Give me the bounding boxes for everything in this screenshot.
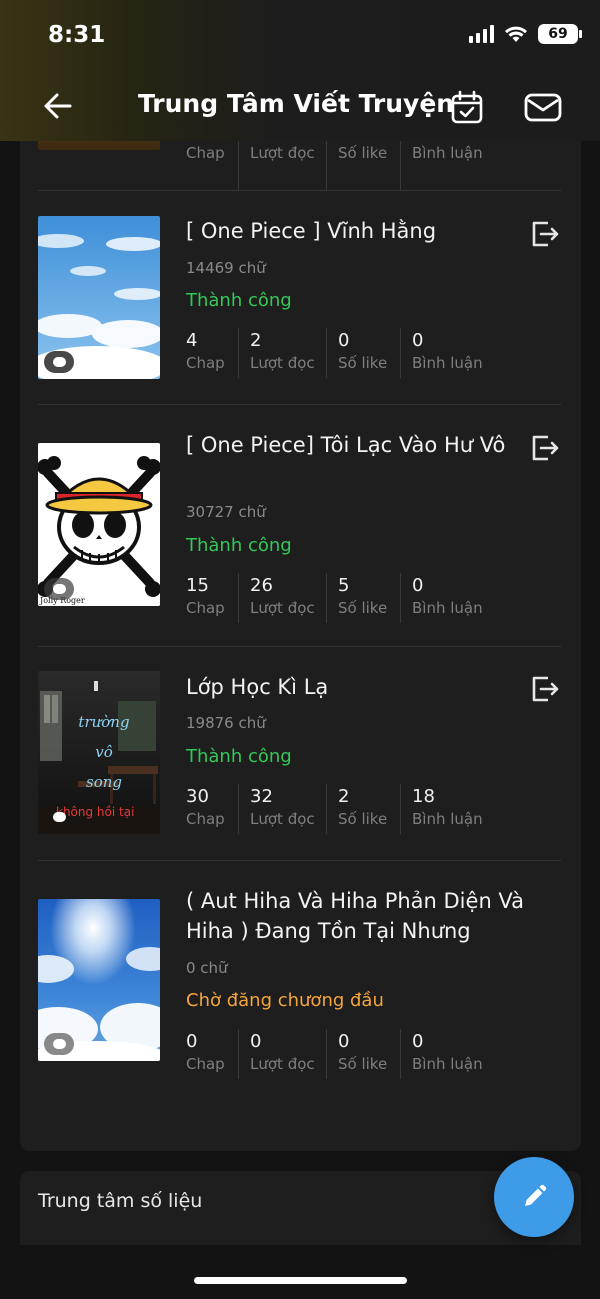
section-title: Trung tâm số liệu xyxy=(38,1190,203,1212)
story-stats: Chap Lượt đọc Số like Bình luận xyxy=(186,140,502,190)
comment-bubble-icon xyxy=(44,1033,74,1055)
signal-icon xyxy=(469,25,494,43)
cover-text-line: vô xyxy=(95,743,113,761)
cover-text-line: song xyxy=(86,773,122,791)
story-stats: 15 Chap 26 Lượt đọc 5 Số like 0 Bình luận xyxy=(186,573,502,623)
story-title: [ One Piece ] Vĩnh Hằng xyxy=(186,219,437,243)
divider xyxy=(38,404,561,405)
story-title: [ One Piece] Tôi Lạc Vào Hư Vô xyxy=(186,433,506,457)
app-header: 8:31 69 Trung Tâm Viết Truyện xyxy=(0,0,600,141)
mail-icon[interactable] xyxy=(523,89,563,125)
divider xyxy=(38,190,561,191)
write-story-button[interactable] xyxy=(494,1157,574,1237)
home-indicator xyxy=(194,1277,407,1284)
back-arrow-icon[interactable] xyxy=(40,88,76,124)
story-stats: 0 Chap 0 Lượt đọc 0 Số like 0 Bình luận xyxy=(186,1029,502,1079)
comment-bubble-icon xyxy=(44,578,74,600)
story-status: Thành công xyxy=(186,290,292,311)
word-count: 30727 chữ xyxy=(186,503,266,521)
calendar-check-icon[interactable] xyxy=(449,89,485,125)
story-title: ( Aut Hiha Và Hiha Phản Diện Và Hiha ) Đ… xyxy=(186,889,525,943)
story-title: Lớp Học Kì Lạ xyxy=(186,675,329,699)
word-count: 14469 chữ xyxy=(186,259,266,277)
story-stats: 4 Chap 2 Lượt đọc 0 Số like 0 Bình luận xyxy=(186,328,502,378)
page-title: Trung Tâm Viết Truyện xyxy=(138,89,455,118)
word-count: 0 chữ xyxy=(186,959,228,977)
comment-bubble-icon xyxy=(44,806,74,828)
story-status: Thành công xyxy=(186,535,292,556)
exit-icon[interactable] xyxy=(528,432,560,464)
status-time: 8:31 xyxy=(48,22,106,48)
story-stats: 30 Chap 32 Lượt đọc 2 Số like 18 Bình luận xyxy=(186,784,502,834)
story-list-card: Chap Lượt đọc Số like Bình luận [ One Pi… xyxy=(20,100,581,1151)
story-cover: Jolly Roger xyxy=(38,443,160,606)
story-cover: trường vô song không hồi tại xyxy=(38,671,160,834)
divider xyxy=(38,646,561,647)
battery-indicator: 69 xyxy=(538,24,582,44)
pencil-icon xyxy=(525,1184,547,1206)
cover-text-line: trường xyxy=(78,713,130,731)
status-icons: 69 xyxy=(469,24,582,44)
story-status: Thành công xyxy=(186,746,292,767)
exit-icon[interactable] xyxy=(528,218,560,250)
word-count: 19876 chữ xyxy=(186,714,266,732)
wifi-icon xyxy=(505,26,527,42)
story-cover xyxy=(38,216,160,379)
divider xyxy=(38,860,561,861)
story-status: Chờ đăng chương đầu xyxy=(186,990,384,1011)
comment-bubble-icon xyxy=(44,351,74,373)
exit-icon[interactable] xyxy=(528,673,560,705)
story-cover xyxy=(38,899,160,1061)
